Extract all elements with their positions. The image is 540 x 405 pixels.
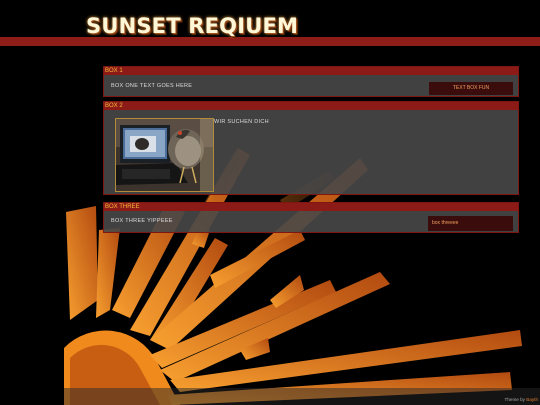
header-bar bbox=[0, 37, 540, 46]
box-1-heading: BOX 1 bbox=[104, 67, 518, 75]
box-2: BOX 2 WIR SUCHEN DICH bbox=[103, 101, 519, 195]
box-1: BOX 1 BOX ONE TEXT GOES HERE TEXT BOX FU… bbox=[103, 66, 519, 97]
site-title: SUNSET REQIUEM bbox=[86, 14, 299, 38]
credit-prefix: Theme by bbox=[504, 397, 527, 402]
box-3: BOX THREE BOX THREE YIPPEEE box threeee bbox=[103, 202, 519, 233]
box-3-heading: BOX THREE bbox=[104, 203, 518, 211]
box-three-button[interactable]: box threeee bbox=[428, 216, 513, 231]
theme-credit: Theme by Bayth bbox=[505, 397, 538, 402]
box-2-heading: BOX 2 bbox=[104, 102, 518, 110]
box-2-text: WIR SUCHEN DICH bbox=[214, 119, 269, 125]
box-3-text: BOX THREE YIPPEEE bbox=[111, 218, 173, 224]
box-1-text: BOX ONE TEXT GOES HERE bbox=[111, 83, 193, 89]
footer-strip bbox=[64, 388, 540, 405]
text-box-fun-button[interactable]: TEXT BOX FUN bbox=[429, 82, 513, 95]
credit-author-link[interactable]: Bayth bbox=[526, 397, 538, 402]
bird-on-laptop-photo bbox=[115, 118, 214, 192]
